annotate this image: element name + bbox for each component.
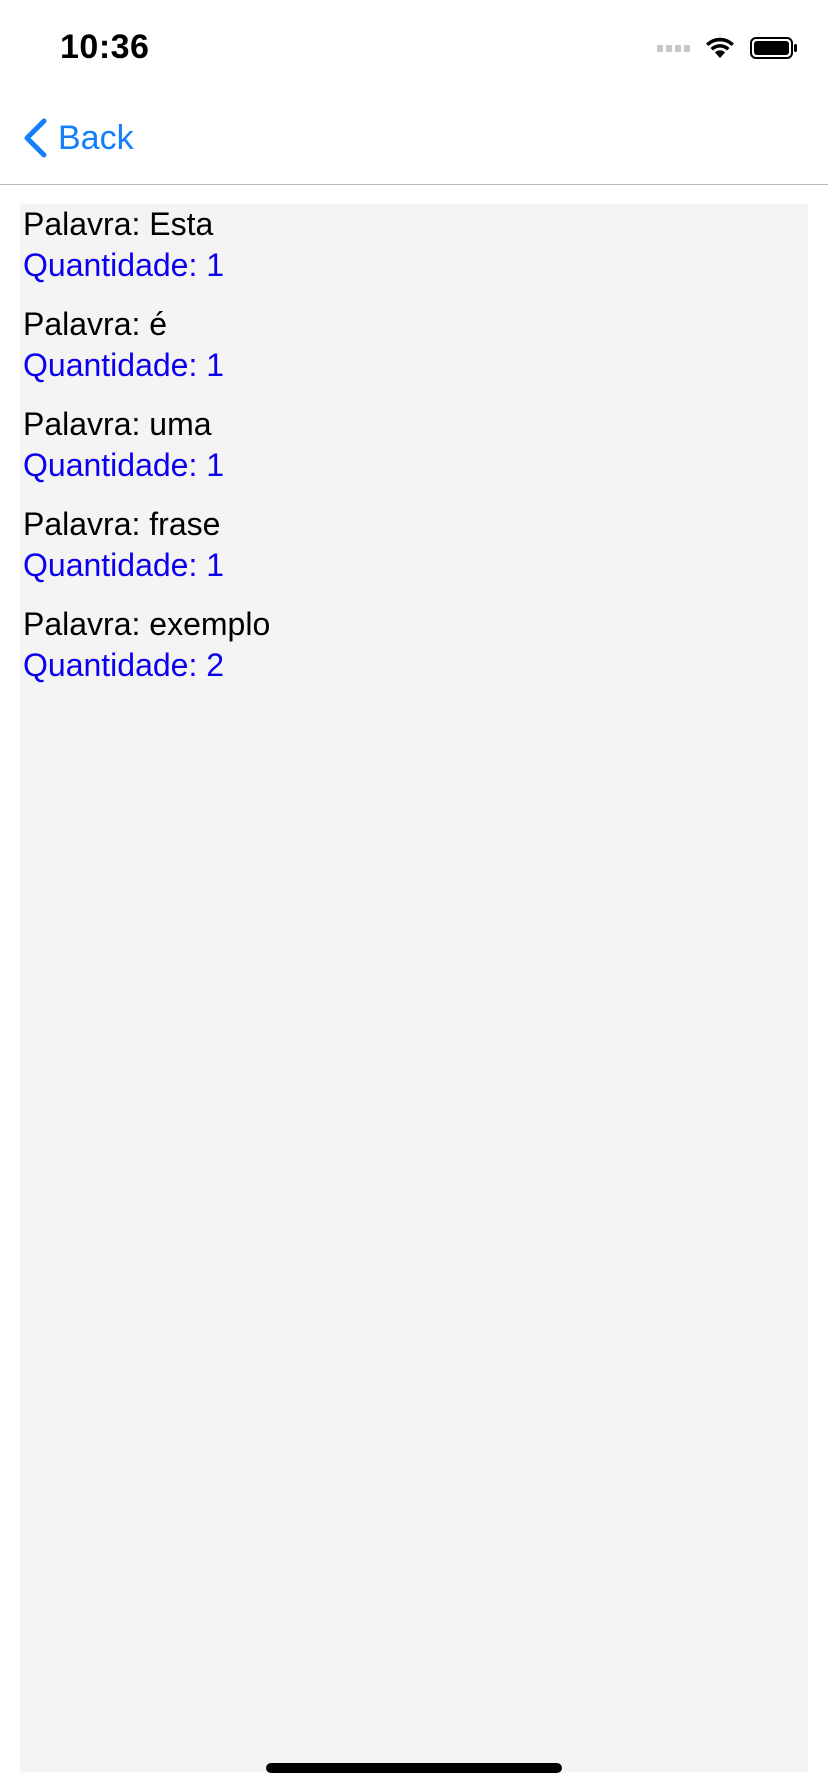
back-label: Back [58, 118, 134, 157]
back-button[interactable]: Back [22, 118, 134, 158]
home-indicator[interactable] [266, 1763, 562, 1773]
list-item: Palavra: frase Quantidade: 1 [23, 504, 224, 586]
status-time: 10:36 [60, 28, 150, 66]
count-label: Quantidade: 1 [23, 447, 225, 483]
list-item: Palavra: uma Quantidade: 1 [23, 404, 224, 486]
word-count-list: Palavra: Esta Quantidade: 1 Palavra: é Q… [20, 204, 808, 1772]
status-icons [657, 36, 798, 60]
cellular-signal-icon [657, 44, 690, 52]
battery-icon [750, 37, 797, 59]
status-bar: 10:36 [0, 0, 828, 96]
count-label: Quantidade: 2 [23, 647, 225, 683]
count-label: Quantidade: 1 [23, 347, 225, 383]
list-item: Palavra: exemplo Quantidade: 2 [23, 604, 270, 686]
word-label: Palavra: exemplo [23, 606, 271, 642]
wifi-icon [706, 37, 734, 58]
list-item: Palavra: Esta Quantidade: 1 [23, 204, 224, 286]
word-label: Palavra: uma [23, 406, 212, 442]
word-label: Palavra: é [23, 306, 168, 342]
count-label: Quantidade: 1 [23, 547, 225, 583]
word-label: Palavra: frase [23, 506, 221, 542]
count-label: Quantidade: 1 [23, 247, 225, 283]
chevron-left-icon [24, 118, 47, 158]
list-item: Palavra: é Quantidade: 1 [23, 304, 224, 386]
navigation-bar: Back [0, 96, 828, 185]
word-label: Palavra: Esta [23, 206, 214, 242]
